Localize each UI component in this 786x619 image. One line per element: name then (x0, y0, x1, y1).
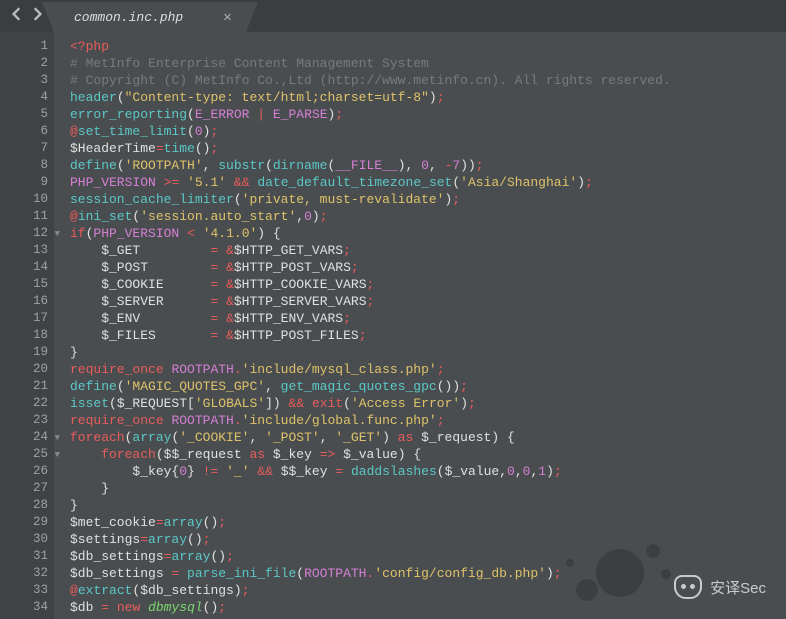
line-number: 26 (0, 463, 48, 480)
code-line[interactable]: $db_settings = parse_ini_file(ROOTPATH.'… (70, 565, 671, 582)
line-number: 11 (0, 208, 48, 225)
nav-back-icon[interactable] (12, 7, 22, 25)
line-number: 29 (0, 514, 48, 531)
line-number: 27 (0, 480, 48, 497)
line-number: 14 (0, 259, 48, 276)
line-number: 1 (0, 38, 48, 55)
code-line[interactable]: if(PHP_VERSION < '4.1.0') { (70, 225, 671, 242)
code-line[interactable]: foreach($$_request as $_key => $_value) … (70, 446, 671, 463)
code-line[interactable]: session_cache_limiter('private, must-rev… (70, 191, 671, 208)
line-number: 13 (0, 242, 48, 259)
title-bar: common.inc.php ✕ (0, 0, 786, 32)
line-number: 6 (0, 123, 48, 140)
line-number: 17 (0, 310, 48, 327)
editor: 123456789101112▼131415161718192021222324… (0, 32, 786, 619)
line-number: 12▼ (0, 225, 48, 242)
nav-forward-icon[interactable] (32, 7, 42, 25)
code-line[interactable]: isset($_REQUEST['GLOBALS']) && exit('Acc… (70, 395, 671, 412)
code-line[interactable]: $_GET = &$HTTP_GET_VARS; (70, 242, 671, 259)
line-number: 23 (0, 412, 48, 429)
code-line[interactable]: # MetInfo Enterprise Content Management … (70, 55, 671, 72)
code-line[interactable]: $db = new dbmysql(); (70, 599, 671, 616)
code-line[interactable]: } (70, 344, 671, 361)
code-line[interactable]: $_FILES = &$HTTP_POST_FILES; (70, 327, 671, 344)
code-line[interactable]: $HeaderTime=time(); (70, 140, 671, 157)
line-number: 19 (0, 344, 48, 361)
line-number: 2 (0, 55, 48, 72)
code-line[interactable]: PHP_VERSION >= '5.1' && date_default_tim… (70, 174, 671, 191)
code-line[interactable]: @set_time_limit(0); (70, 123, 671, 140)
line-number: 20 (0, 361, 48, 378)
code-line[interactable]: header("Content-type: text/html;charset=… (70, 89, 671, 106)
code-line[interactable]: @ini_set('session.auto_start',0); (70, 208, 671, 225)
code-line[interactable]: require_once ROOTPATH.'include/mysql_cla… (70, 361, 671, 378)
line-number: 15 (0, 276, 48, 293)
code-line[interactable]: $_POST = &$HTTP_POST_VARS; (70, 259, 671, 276)
code-line[interactable]: define('ROOTPATH', substr(dirname(__FILE… (70, 157, 671, 174)
code-line[interactable]: define('MAGIC_QUOTES_GPC', get_magic_quo… (70, 378, 671, 395)
tab-filename: common.inc.php (74, 10, 183, 25)
line-number: 30 (0, 531, 48, 548)
code-line[interactable]: $_SERVER = &$HTTP_SERVER_VARS; (70, 293, 671, 310)
line-number: 10 (0, 191, 48, 208)
code-line[interactable]: } (70, 480, 671, 497)
line-number: 31 (0, 548, 48, 565)
code-line[interactable]: error_reporting(E_ERROR | E_PARSE); (70, 106, 671, 123)
file-tab[interactable]: common.inc.php ✕ (54, 2, 246, 32)
line-number: 9 (0, 174, 48, 191)
fold-icon[interactable]: ▼ (55, 447, 60, 464)
fold-icon[interactable]: ▼ (55, 226, 60, 243)
line-number: 34 (0, 599, 48, 616)
line-number: 3 (0, 72, 48, 89)
code-area[interactable]: <?php# MetInfo Enterprise Content Manage… (54, 32, 671, 619)
code-line[interactable]: $_key{0} != '_' && $$_key = daddslashes(… (70, 463, 671, 480)
code-line[interactable]: $_COOKIE = &$HTTP_COOKIE_VARS; (70, 276, 671, 293)
code-line[interactable]: @extract($db_settings); (70, 582, 671, 599)
code-line[interactable]: require_once ROOTPATH.'include/global.fu… (70, 412, 671, 429)
line-number: 28 (0, 497, 48, 514)
line-number-gutter: 123456789101112▼131415161718192021222324… (0, 32, 54, 619)
line-number: 5 (0, 106, 48, 123)
line-number: 21 (0, 378, 48, 395)
code-line[interactable]: } (70, 497, 671, 514)
code-line[interactable]: $settings=array(); (70, 531, 671, 548)
code-line[interactable]: $_ENV = &$HTTP_ENV_VARS; (70, 310, 671, 327)
line-number: 16 (0, 293, 48, 310)
line-number: 7 (0, 140, 48, 157)
code-line[interactable]: # Copyright (C) MetInfo Co.,Ltd (http://… (70, 72, 671, 89)
line-number: 22 (0, 395, 48, 412)
line-number: 8 (0, 157, 48, 174)
line-number: 18 (0, 327, 48, 344)
line-number: 24▼ (0, 429, 48, 446)
code-line[interactable]: $db_settings=array(); (70, 548, 671, 565)
line-number: 4 (0, 89, 48, 106)
line-number: 32 (0, 565, 48, 582)
line-number: 25▼ (0, 446, 48, 463)
fold-icon[interactable]: ▼ (55, 430, 60, 447)
code-line[interactable]: foreach(array('_COOKIE', '_POST', '_GET'… (70, 429, 671, 446)
code-line[interactable]: $met_cookie=array(); (70, 514, 671, 531)
line-number: 33 (0, 582, 48, 599)
close-icon[interactable]: ✕ (223, 9, 231, 26)
code-line[interactable]: <?php (70, 38, 671, 55)
